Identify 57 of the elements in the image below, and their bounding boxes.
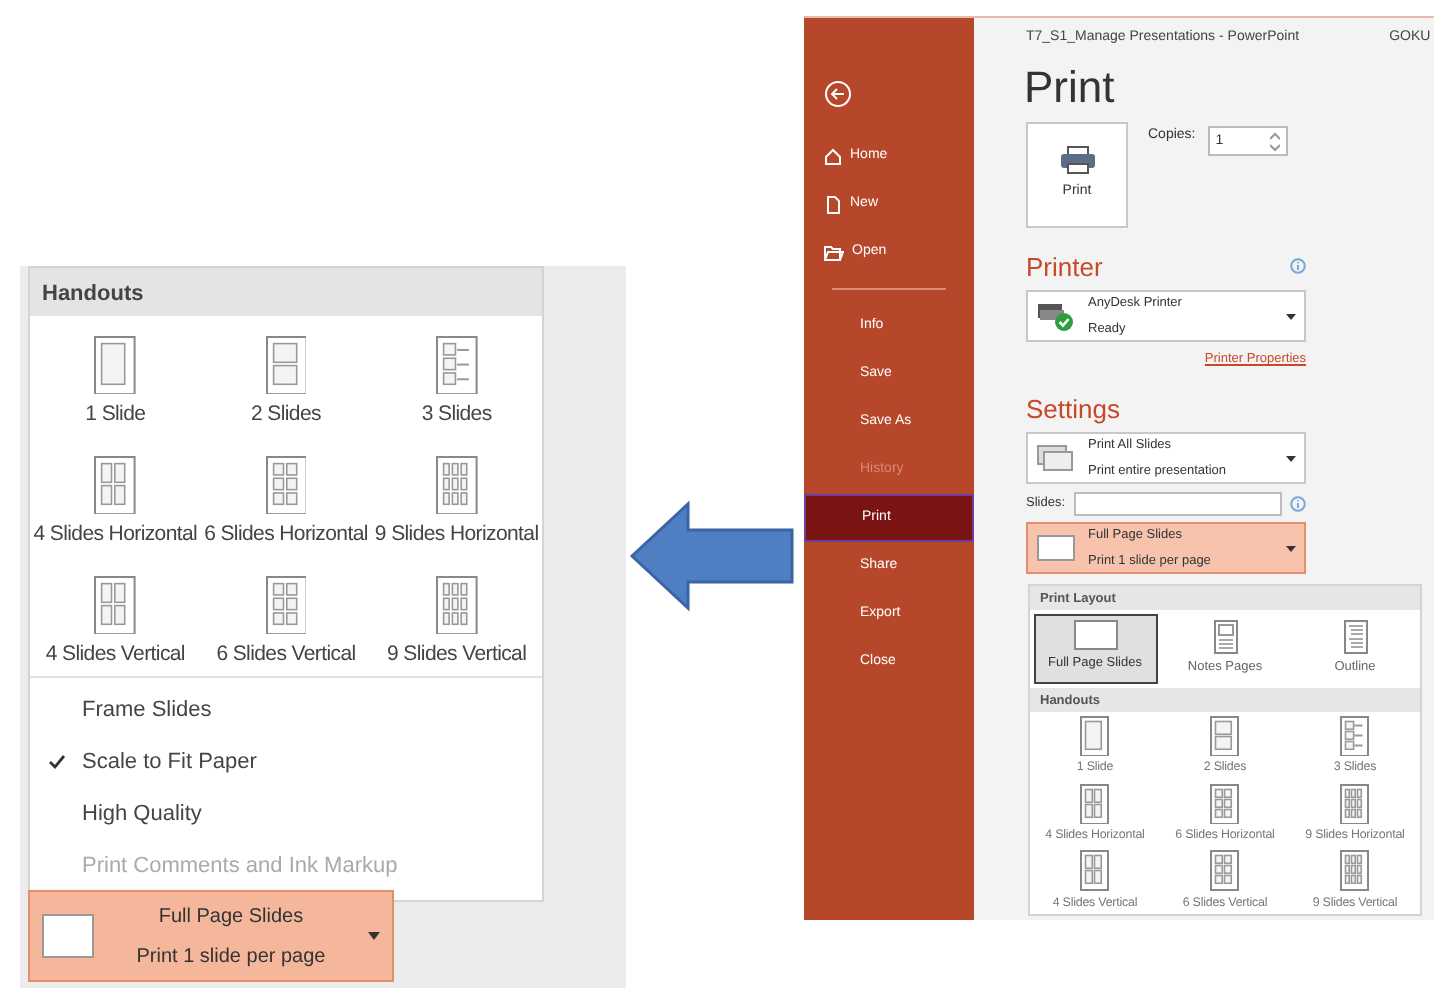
notes-page-icon: [1213, 620, 1237, 654]
handout-option[interactable]: 9 Slides Vertical: [371, 556, 542, 676]
checkmark-icon: [47, 753, 65, 770]
menu-option[interactable]: High Quality: [30, 788, 542, 840]
slides-stack-icon: [1036, 444, 1076, 473]
handout-option[interactable]: 3 Slides: [371, 316, 542, 436]
handout-page-icon: [94, 335, 137, 395]
handout-page-icon: [1210, 715, 1240, 757]
handout-page-icon: [1340, 783, 1370, 825]
outline-page-icon: [1343, 620, 1367, 654]
section-heading: Printer: [1026, 249, 1103, 285]
printer-ready-icon: [1036, 300, 1076, 332]
document-icon: [824, 195, 842, 213]
slide-page-icon: [1073, 620, 1117, 650]
menu-option[interactable]: Scale to Fit Paper: [30, 736, 542, 788]
handout-option[interactable]: 2 Slides: [200, 316, 372, 436]
handout-option[interactable]: 4 Slides Horizontal: [30, 436, 201, 556]
handout-option[interactable]: 1 Slide: [30, 316, 201, 436]
handout-page-icon: [265, 575, 307, 635]
left-arrow-icon: [628, 500, 796, 612]
home-icon: [824, 147, 842, 165]
folder-icon: [824, 243, 844, 261]
handout-page-icon: [94, 455, 137, 515]
handout-option[interactable]: 6 Slides Vertical: [200, 556, 372, 676]
handout-page-icon: [265, 335, 307, 395]
menu-option[interactable]: Frame Slides: [30, 684, 542, 736]
handout-option[interactable]: 6 Slides Horizontal: [200, 436, 372, 556]
handout-page-icon: [1340, 850, 1370, 892]
handout-option[interactable]: 4 Slides Vertical: [30, 556, 201, 676]
spin-arrows-icon: [1269, 131, 1280, 151]
info-icon[interactable]: [1290, 258, 1306, 275]
printer-icon: [1059, 145, 1095, 174]
handout-page-icon: [435, 455, 478, 515]
handout-page-icon: [1080, 715, 1110, 757]
handout-page-icon: [1080, 783, 1110, 825]
handout-page-icon: [1210, 850, 1240, 892]
handout-page-icon: [265, 455, 307, 515]
caret-icon: [1286, 313, 1296, 319]
slide-thumbnail-icon: [1036, 534, 1076, 563]
caret-icon: [1286, 455, 1296, 462]
handout-page-icon: [1210, 783, 1240, 825]
handout-option[interactable]: 9 Slides Horizontal: [371, 436, 542, 556]
section-heading: Handouts: [30, 268, 542, 316]
caret-icon: [368, 932, 380, 940]
info-icon[interactable]: [1289, 496, 1306, 513]
handout-page-icon: [435, 335, 478, 395]
slide-thumbnail-icon: [42, 914, 94, 958]
handout-page-icon: [435, 575, 478, 635]
caret-icon: [1286, 545, 1296, 552]
slides-input-field[interactable]: [1073, 492, 1282, 517]
back-icon[interactable]: [824, 80, 852, 108]
handout-page-icon: [1340, 715, 1370, 757]
page-title: Print: [1024, 65, 1117, 109]
section-heading: Settings: [1026, 391, 1120, 428]
print-layout-dropdown[interactable]: Full Page Slides Print 1 slide per page: [28, 890, 394, 982]
handout-page-icon: [94, 575, 137, 635]
handout-page-icon: [1080, 850, 1110, 892]
